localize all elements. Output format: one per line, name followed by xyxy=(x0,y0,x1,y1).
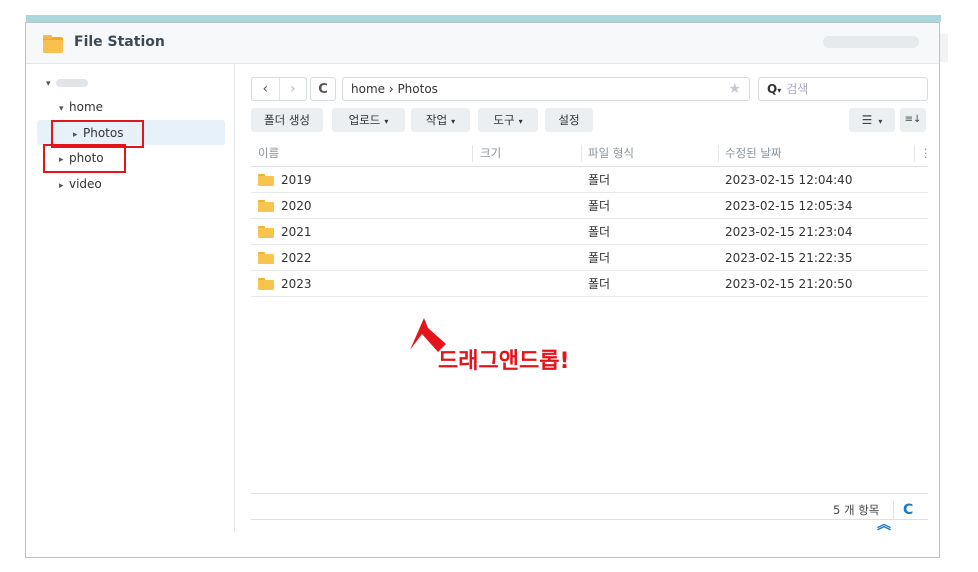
file-type: 폴더 xyxy=(588,173,611,187)
dropdown-caret-icon: ▾ xyxy=(384,117,389,126)
file-station-window: File Station ▾ ▾ home ▸ Photos ▸ photo ▸ vid… xyxy=(25,22,940,558)
file-station-icon xyxy=(43,35,63,53)
tree-root[interactable]: ▾ xyxy=(46,70,88,94)
button-label: 도구 xyxy=(493,113,515,127)
drag-and-drop-annotation: 드래그앤드롭! xyxy=(438,349,570,374)
footer-separator xyxy=(893,501,894,519)
blurred-server-name xyxy=(56,78,88,87)
column-menu-icon[interactable]: ⋮ xyxy=(920,140,932,167)
settings-button[interactable]: 설정 xyxy=(545,108,593,132)
folder-tree: ▾ ▾ home ▸ Photos ▸ photo ▸ video xyxy=(26,64,235,532)
column-header-modified[interactable]: 수정된 날짜 xyxy=(725,140,782,167)
search-field[interactable]: Q▾ 검색 xyxy=(758,77,928,101)
tools-button[interactable]: 도구 ▾ xyxy=(478,108,538,132)
path-bar[interactable]: home › Photos ★ xyxy=(342,77,750,101)
table-row[interactable]: 2021 폴더 2023-02-15 21:23:04 xyxy=(251,219,928,245)
button-label: 폴더 생성 xyxy=(264,113,310,127)
path-text: home › Photos xyxy=(351,82,438,96)
upload-button[interactable]: 업로드 ▾ xyxy=(332,108,405,132)
column-header-type[interactable]: 파일 형식 xyxy=(588,140,634,167)
highlight-box-photo xyxy=(43,144,126,173)
folder-icon xyxy=(258,278,274,290)
window-top-accent xyxy=(26,15,941,22)
tree-item-label: home xyxy=(69,100,104,114)
file-name: 2023 xyxy=(281,277,312,291)
history-nav: ‹ › xyxy=(251,77,307,101)
search-placeholder: 검색 xyxy=(786,82,809,96)
dropdown-caret-icon: ▾ xyxy=(878,117,883,126)
view-mode-button[interactable]: ☰ ▾ xyxy=(849,108,895,132)
app-title: File Station xyxy=(74,34,165,50)
folder-icon xyxy=(258,200,274,212)
table-row[interactable]: 2020 폴더 2023-02-15 12:05:34 xyxy=(251,193,928,219)
column-header-name[interactable]: 이름 xyxy=(258,140,279,167)
file-type: 폴더 xyxy=(588,225,611,239)
file-modified: 2023-02-15 12:05:34 xyxy=(725,199,853,213)
file-modified: 2023-02-15 21:22:35 xyxy=(725,251,853,265)
search-icon[interactable]: Q xyxy=(767,82,777,96)
refresh-button[interactable]: C xyxy=(310,77,336,101)
file-name: 2019 xyxy=(281,173,312,187)
tree-item-label: video xyxy=(69,177,102,191)
create-folder-button[interactable]: 폴더 생성 xyxy=(251,108,323,132)
sort-button[interactable]: ≡↓ xyxy=(900,108,926,132)
column-divider[interactable] xyxy=(718,145,719,162)
file-type: 폴더 xyxy=(588,199,611,213)
action-button[interactable]: 작업 ▾ xyxy=(411,108,470,132)
sort-icon: ≡↓ xyxy=(904,114,922,125)
column-divider[interactable] xyxy=(472,145,473,162)
file-browser: ‹ › C home › Photos ★ Q▾ 검색 폴더 생성 업로드 ▾ 작업… xyxy=(248,64,932,534)
star-icon[interactable]: ★ xyxy=(728,78,741,100)
column-divider[interactable] xyxy=(914,145,915,162)
column-divider[interactable] xyxy=(581,145,582,162)
column-header-size[interactable]: 크기 xyxy=(480,140,501,167)
file-modified: 2023-02-15 21:20:50 xyxy=(725,277,853,291)
title-bar: File Station xyxy=(26,23,939,64)
folder-icon xyxy=(258,226,274,238)
forward-button[interactable]: › xyxy=(278,78,307,100)
dropdown-caret-icon: ▾ xyxy=(518,117,523,126)
file-name: 2022 xyxy=(281,251,312,265)
table-row[interactable]: 2023 폴더 2023-02-15 21:20:50 xyxy=(251,271,928,297)
user-account-menu[interactable] xyxy=(823,36,919,48)
file-modified: 2023-02-15 12:04:40 xyxy=(725,173,853,187)
caret-right-icon[interactable]: ▸ xyxy=(59,174,69,198)
folder-icon xyxy=(258,174,274,186)
collapse-up-icon[interactable]: ︽ xyxy=(877,514,891,534)
caret-down-icon[interactable]: ▾ xyxy=(59,97,69,121)
button-label: 설정 xyxy=(558,113,580,127)
back-button[interactable]: ‹ xyxy=(252,78,279,100)
file-name: 2021 xyxy=(281,225,312,239)
table-row[interactable]: 2022 폴더 2023-02-15 21:22:35 xyxy=(251,245,928,271)
button-label: 업로드 xyxy=(348,113,381,127)
file-modified: 2023-02-15 21:23:04 xyxy=(725,225,853,239)
dropdown-caret-icon: ▾ xyxy=(451,117,456,126)
folder-icon xyxy=(258,252,274,264)
search-options-caret-icon[interactable]: ▾ xyxy=(777,86,781,95)
button-label: 작업 xyxy=(425,113,448,127)
list-view-icon: ☰ xyxy=(861,113,873,127)
file-type: 폴더 xyxy=(588,251,611,265)
footer-divider xyxy=(251,493,928,494)
footer-bottom-divider xyxy=(251,519,928,520)
file-type: 폴더 xyxy=(588,277,611,291)
caret-down-icon[interactable]: ▾ xyxy=(46,72,56,96)
file-name: 2020 xyxy=(281,199,312,213)
tree-item-video[interactable]: ▸ video xyxy=(59,172,102,196)
tree-item-home[interactable]: ▾ home xyxy=(59,95,103,119)
table-row[interactable]: 2019 폴더 2023-02-15 12:04:40 xyxy=(251,167,928,193)
